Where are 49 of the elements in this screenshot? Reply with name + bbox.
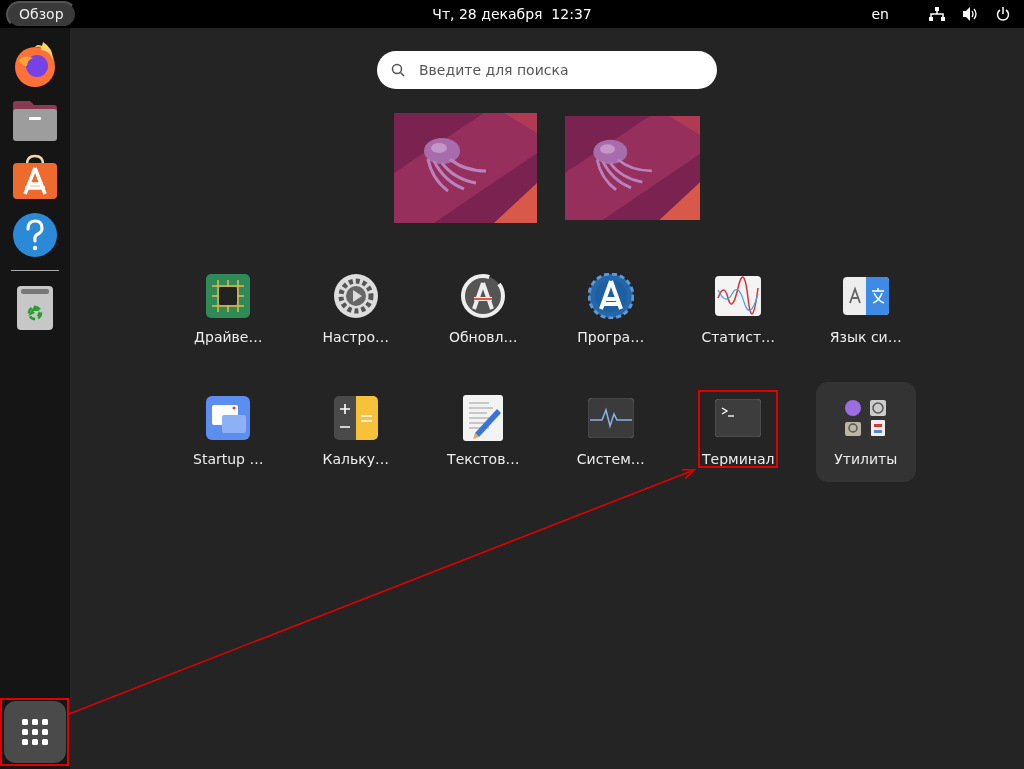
app-tile[interactable]: Драйве… [178,260,279,360]
app-label: Язык си… [829,328,902,347]
app-label: Драйве… [194,328,263,347]
app-label: Startup … [193,450,264,469]
terminal-icon [715,399,762,437]
chart-icon [715,276,762,316]
calculator-icon [333,396,378,440]
app-label: Програ… [577,328,645,347]
app-label: Систем… [576,450,645,469]
app-label: Текстов… [447,450,520,469]
activities-button[interactable]: Обзор [6,0,77,28]
updater-icon [460,273,507,319]
browser-icon[interactable] [13,40,57,88]
app-store-icon [587,273,634,319]
folder-icon[interactable] [12,100,58,142]
app-tile[interactable]: Startup … [178,382,279,482]
pulse-icon [587,398,634,438]
grid-icon [22,719,48,745]
keyboard-layout[interactable]: en [871,3,889,25]
network-icon[interactable] [929,7,945,21]
power-icon[interactable] [996,7,1010,21]
search-field[interactable]: Введите для поиска [377,51,717,89]
app-label: Настро… [322,328,389,347]
text-editor-icon [463,395,504,441]
app-label: Утилиты [834,450,898,469]
app-tile[interactable]: Язык си… [815,260,916,360]
app-folder-icon [842,398,889,438]
app-label: Терминал [702,450,775,469]
app-tile[interactable]: Систем… [560,382,661,482]
app-folder[interactable]: Утилиты [815,382,916,482]
app-label: Кальку… [322,450,389,469]
clock[interactable]: Чт, 28 декабря 12:37 [432,5,592,22]
help-icon[interactable] [12,212,58,258]
volume-icon[interactable] [963,7,978,21]
app-tile[interactable]: Програ… [560,260,661,360]
app-tile[interactable]: Кальку… [305,382,406,482]
app-tile[interactable]: Текстов… [433,382,534,482]
translate-icon [842,277,889,315]
app-label: Статист… [701,328,776,347]
app-label: Обновл… [448,328,518,347]
app-tile[interactable]: Статист… [688,260,789,360]
trash-icon[interactable] [16,285,54,331]
gear-icon [332,273,379,319]
app-tile[interactable]: Обновл… [433,260,534,360]
shopping-bag-icon[interactable] [12,154,58,200]
window-icon [206,396,251,440]
app-tile[interactable]: Терминал [688,382,789,482]
app-tile[interactable]: Настро… [305,260,406,360]
chip-icon [206,274,251,318]
